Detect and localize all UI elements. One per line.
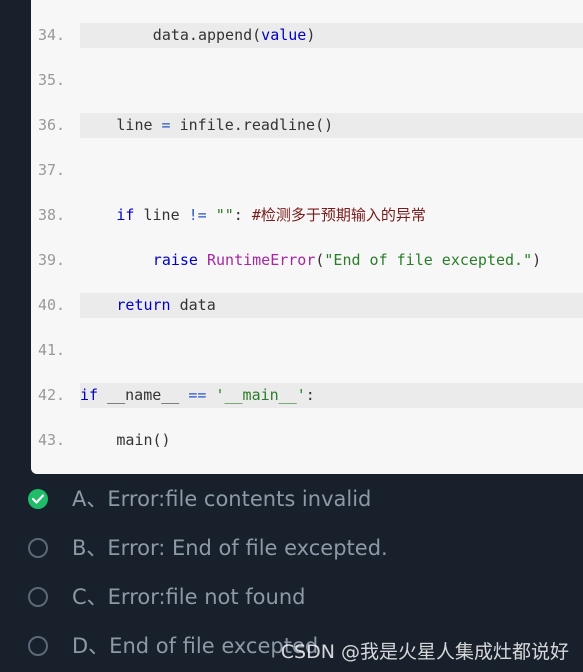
code-line-highlight xyxy=(80,158,583,183)
code-text: if __name__ == '__main__': xyxy=(80,386,315,404)
answer-option[interactable]: A、Error:file contents invalid xyxy=(26,486,583,516)
code-line: 40. return data xyxy=(31,293,583,338)
radio-icon[interactable] xyxy=(28,587,48,607)
line-number: 43. xyxy=(38,431,66,449)
line-number: 35. xyxy=(38,71,66,89)
code-line: 37. xyxy=(31,158,583,203)
code-line: 35. xyxy=(31,68,583,113)
code-line: 38. if line != "": #检测多于预期输入的异常 xyxy=(31,203,583,248)
code-text: if line != "": #检测多于预期输入的异常 xyxy=(116,206,426,224)
watermark: CSDN @我是火星人集成灶都说好 xyxy=(280,641,569,663)
line-number: 38. xyxy=(38,206,66,224)
code-line: 39. raise RuntimeError("End of file excep… xyxy=(31,248,583,293)
line-number: 37. xyxy=(38,161,66,179)
line-number: 34. xyxy=(38,26,66,44)
code-line: 43. main() xyxy=(31,428,583,473)
code-line: 41. xyxy=(31,338,583,383)
line-number: 42. xyxy=(38,386,66,404)
code-text: main() xyxy=(116,431,171,449)
code-text: raise RuntimeError("End of file excepted… xyxy=(152,251,542,269)
code-text: return data xyxy=(116,296,216,314)
code-line-highlight xyxy=(80,338,583,363)
code-line: 36. line = infile.readline() xyxy=(31,113,583,158)
answer-option[interactable]: C、Error:file not found xyxy=(26,584,583,614)
checked-radio-icon[interactable] xyxy=(28,489,48,509)
code-line: 42. if __name__ == '__main__': xyxy=(31,383,583,428)
line-number: 41. xyxy=(38,341,66,359)
answer-option-label: B、Error: End of file excepted. xyxy=(72,536,388,560)
radio-icon[interactable] xyxy=(28,538,48,558)
answer-option[interactable]: B、Error: End of file excepted. xyxy=(26,535,583,565)
code-line-highlight xyxy=(80,68,583,93)
code-text: line = infile.readline() xyxy=(116,116,334,134)
line-number: 39. xyxy=(38,251,66,269)
code-block: 34. data.append(value) 35. 36. line = infile… xyxy=(31,0,583,474)
answer-option-label: C、Error:file not found xyxy=(72,585,306,609)
code-line: 34. data.append(value) xyxy=(31,23,583,68)
radio-icon[interactable] xyxy=(28,636,48,656)
code-text: data.append(value) xyxy=(152,26,316,44)
answer-option-label: A、Error:file contents invalid xyxy=(72,487,372,511)
line-number: 40. xyxy=(38,296,66,314)
line-number: 36. xyxy=(38,116,66,134)
